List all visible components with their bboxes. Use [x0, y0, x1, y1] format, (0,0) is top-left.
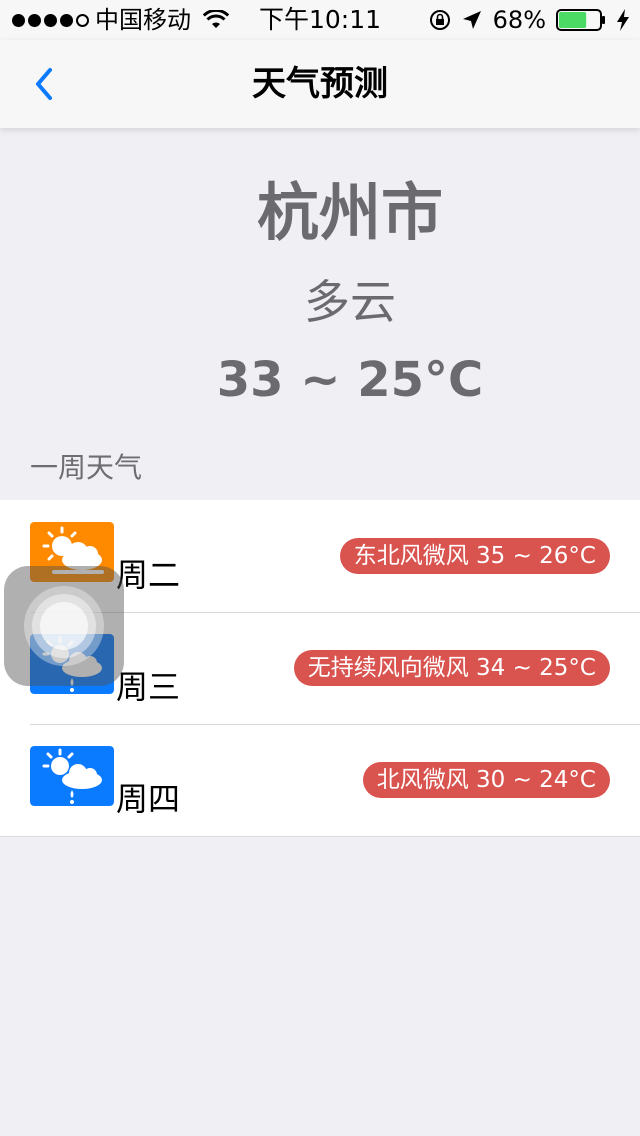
current-temperature: 33 ~ 25°C — [216, 352, 484, 408]
battery-percent: 68% — [492, 6, 546, 34]
forecast-detail-badge: 北风微风 30 ~ 24°C — [362, 762, 610, 798]
sun-rain-icon — [30, 746, 114, 806]
forecast-day: 周三 — [116, 668, 181, 706]
assistive-touch-button[interactable] — [4, 566, 124, 686]
forecast-day: 周四 — [116, 780, 181, 818]
city-name: 杭州市 — [256, 176, 443, 249]
navigation-bar: 天气预测 — [0, 40, 640, 128]
charging-bolt-icon — [617, 9, 629, 31]
status-bar: 中国移动 下午10:11 68% — [0, 0, 640, 40]
forecast-detail-badge: 无持续风向微风 34 ~ 25°C — [293, 650, 610, 686]
status-bar-right: 68% — [429, 0, 630, 40]
forecast-detail-badge: 东北风微风 35 ~ 26°C — [339, 538, 610, 574]
location-arrow-icon — [462, 11, 481, 29]
assistive-touch-ring — [40, 602, 88, 650]
rotation-lock-icon — [429, 10, 450, 30]
battery-icon — [556, 9, 605, 31]
current-weather: 多云 — [304, 275, 396, 329]
forecast-day: 周二 — [116, 556, 181, 594]
section-header-week: 一周天气 — [30, 451, 143, 484]
list-item[interactable]: 周四 北风微风 30 ~ 24°C — [0, 724, 640, 836]
page-title: 天气预测 — [252, 64, 388, 104]
